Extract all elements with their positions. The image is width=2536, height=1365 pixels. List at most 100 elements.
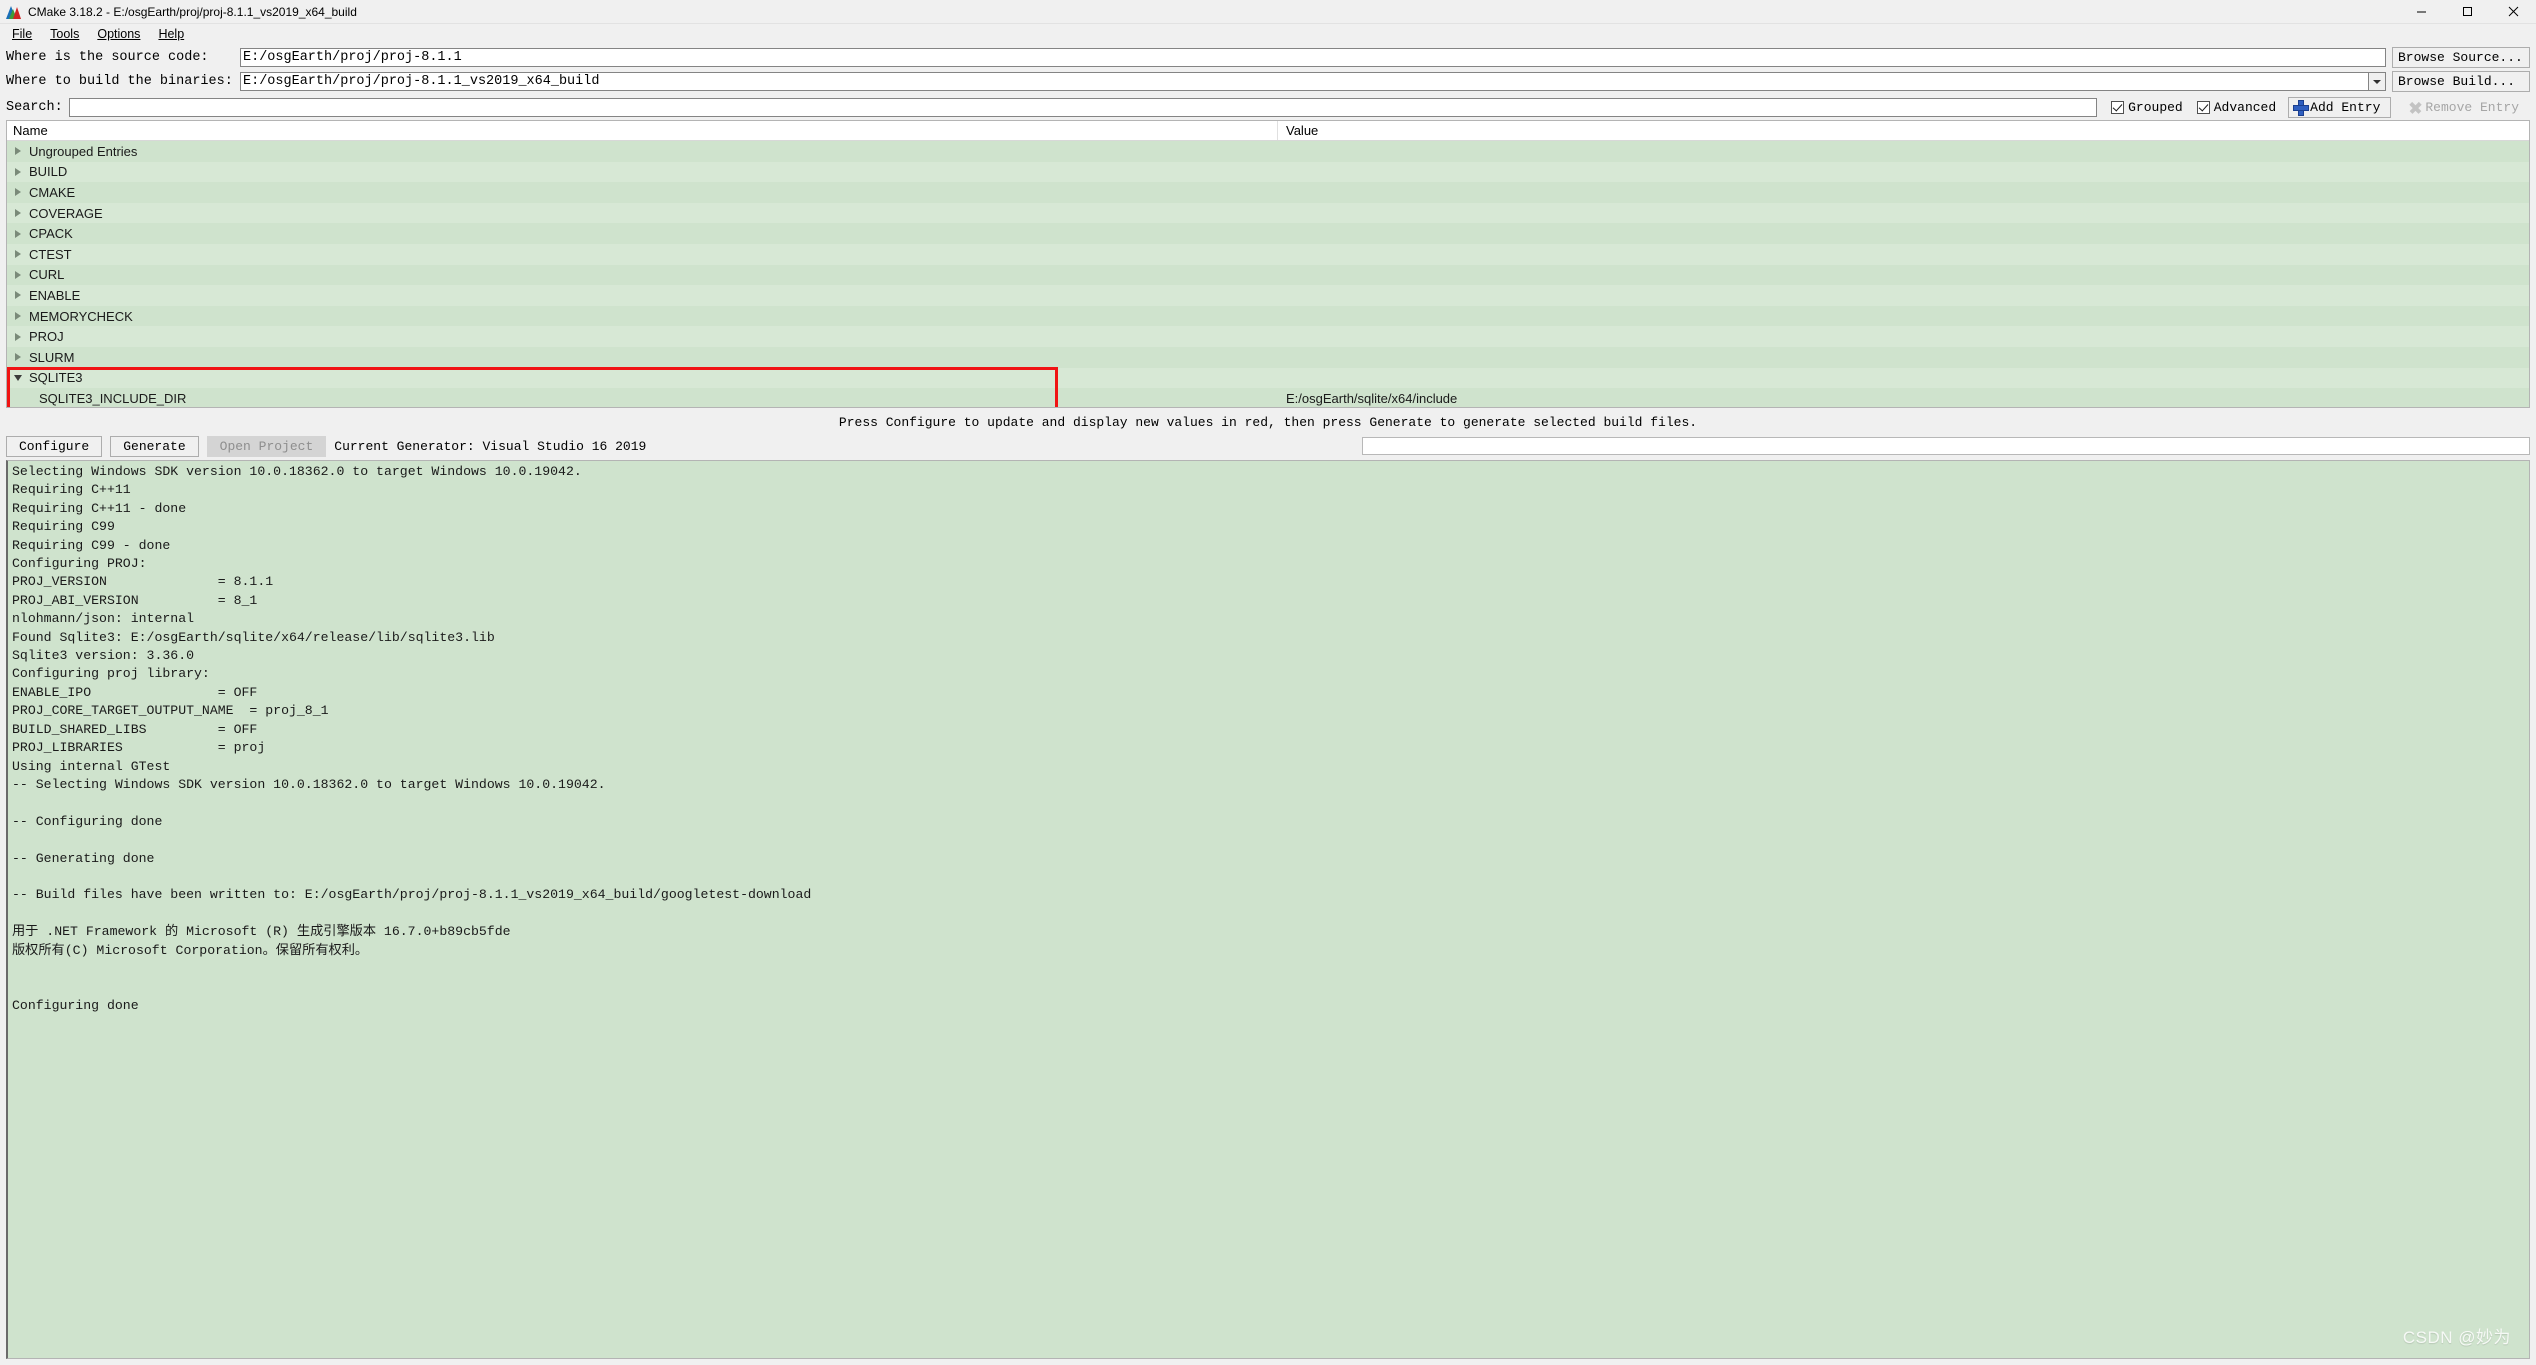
table-row[interactable]: COVERAGE bbox=[7, 202, 2529, 224]
menu-bar: File Tools Options Help bbox=[0, 24, 2536, 43]
configure-label: Configure bbox=[19, 438, 90, 454]
cmake-logo-icon bbox=[6, 5, 22, 19]
grouped-checkbox-box bbox=[2111, 100, 2125, 114]
remove-entry-label: Remove Entry bbox=[2425, 99, 2519, 115]
table-row[interactable]: CURL bbox=[7, 264, 2529, 286]
table-row[interactable]: PROJ bbox=[7, 326, 2529, 347]
cache-entry-name-cell: BUILD bbox=[7, 162, 1278, 183]
browse-source-button[interactable]: Browse Source... bbox=[2392, 47, 2530, 68]
menu-help-label: Help bbox=[158, 26, 185, 41]
chevron-right-icon[interactable] bbox=[7, 306, 29, 327]
source-path-row: Where is the source code: E:/osgEarth/pr… bbox=[6, 47, 2530, 68]
maximize-icon[interactable] bbox=[2444, 0, 2490, 24]
cache-entry-name-cell: ENABLE bbox=[7, 285, 1278, 306]
search-input[interactable] bbox=[68, 97, 2098, 117]
progress-bar bbox=[1362, 437, 2530, 455]
cache-entry-name-cell: PROJ bbox=[7, 326, 1278, 347]
close-icon[interactable] bbox=[2490, 0, 2536, 24]
chevron-right-icon[interactable] bbox=[7, 265, 29, 286]
chevron-right-icon[interactable] bbox=[7, 203, 29, 224]
cache-group-label: ENABLE bbox=[29, 287, 81, 303]
advanced-checkbox-box bbox=[2196, 100, 2210, 114]
menu-options[interactable]: Options bbox=[88, 26, 149, 42]
current-generator-label: Current Generator: Visual Studio 16 2019 bbox=[334, 438, 647, 454]
table-row[interactable]: SQLITE3_INCLUDE_DIR E:/osgEarth/sqlite/x6… bbox=[7, 388, 2529, 407]
menu-tools[interactable]: Tools bbox=[41, 26, 88, 42]
menu-options-label: Options bbox=[97, 26, 141, 41]
source-path-input[interactable]: E:/osgEarth/proj/proj-8.1.1 bbox=[240, 48, 2386, 67]
browse-source-label: Browse Source... bbox=[2398, 50, 2523, 65]
window-controls bbox=[2398, 0, 2536, 24]
plus-icon bbox=[2293, 100, 2310, 116]
add-entry-label: Add Entry bbox=[2310, 99, 2381, 115]
cache-entry-name-cell: MEMORYCHECK bbox=[7, 306, 1278, 327]
menu-file-label: File bbox=[12, 26, 33, 41]
table-row[interactable]: Ungrouped Entries bbox=[7, 141, 2529, 162]
menu-help[interactable]: Help bbox=[149, 26, 193, 42]
column-header-value[interactable]: Value bbox=[1278, 121, 2529, 140]
cache-entry-name-cell: SQLITE3_INCLUDE_DIR bbox=[7, 388, 1278, 407]
path-section: Where is the source code: E:/osgEarth/pr… bbox=[0, 43, 2536, 95]
chevron-right-icon[interactable] bbox=[7, 285, 29, 306]
cache-row-list: Ungrouped Entries BUILD CMAKE COVERAGE CPACK… bbox=[7, 141, 2529, 407]
table-row[interactable]: MEMORYCHECK bbox=[7, 305, 2529, 327]
browse-build-button[interactable]: Browse Build... bbox=[2392, 71, 2530, 92]
chevron-right-icon[interactable] bbox=[7, 162, 29, 183]
advanced-checkbox-label: Advanced bbox=[2213, 99, 2277, 115]
chevron-down-icon[interactable] bbox=[7, 368, 29, 389]
cache-entry-name-cell: CPACK bbox=[7, 223, 1278, 244]
log-output-panel[interactable]: Selecting Windows SDK version 10.0.18362… bbox=[6, 460, 2530, 1359]
add-entry-button[interactable]: Add Entry bbox=[2288, 96, 2392, 118]
action-row: Configure Generate Open Project Current … bbox=[0, 435, 2536, 460]
cache-group-label: SLURM bbox=[29, 349, 75, 365]
chevron-right-icon[interactable] bbox=[7, 182, 29, 203]
cache-entry-name-cell: SQLITE3 bbox=[7, 368, 1278, 389]
chevron-right-icon[interactable] bbox=[7, 326, 29, 347]
column-header-name[interactable]: Name bbox=[7, 121, 1278, 140]
cache-entry-name-cell: Ungrouped Entries bbox=[7, 141, 1278, 162]
cache-group-label: BUILD bbox=[29, 164, 68, 180]
cache-entry-label: SQLITE3_INCLUDE_DIR bbox=[39, 390, 187, 406]
grouped-checkbox-label: Grouped bbox=[2128, 99, 2183, 115]
cmake-gui-window: CMake 3.18.2 - E:/osgEarth/proj/proj-8.1… bbox=[0, 0, 2536, 1365]
browse-build-label: Browse Build... bbox=[2398, 74, 2516, 89]
log-output-text: Selecting Windows SDK version 10.0.18362… bbox=[12, 464, 812, 1013]
cache-table-header: Name Value bbox=[7, 121, 2529, 141]
chevron-right-icon[interactable] bbox=[7, 141, 29, 162]
table-row[interactable]: CTEST bbox=[7, 243, 2529, 265]
hint-text: Press Configure to update and display ne… bbox=[838, 415, 1698, 430]
advanced-checkbox[interactable]: Advanced bbox=[2196, 99, 2277, 115]
title-bar: CMake 3.18.2 - E:/osgEarth/proj/proj-8.1… bbox=[0, 0, 2536, 24]
cache-entry-name-cell: SLURM bbox=[7, 347, 1278, 368]
cache-entry-name-cell: CURL bbox=[7, 265, 1278, 286]
cache-group-label: MEMORYCHECK bbox=[29, 308, 133, 324]
configure-button[interactable]: Configure bbox=[6, 435, 103, 457]
chevron-right-icon[interactable] bbox=[7, 347, 29, 368]
cache-group-label: CURL bbox=[29, 267, 65, 283]
menu-tools-label: Tools bbox=[50, 26, 80, 41]
cache-group-label: SQLITE3 bbox=[29, 370, 83, 386]
build-path-input[interactable]: E:/osgEarth/proj/proj-8.1.1_vs2019_x64_b… bbox=[240, 72, 2369, 91]
grouped-checkbox[interactable]: Grouped bbox=[2111, 100, 2183, 115]
chevron-right-icon[interactable] bbox=[7, 223, 29, 244]
chevron-right-icon[interactable] bbox=[7, 244, 29, 265]
open-project-label: Open Project bbox=[219, 438, 314, 454]
generate-button[interactable]: Generate bbox=[110, 435, 199, 457]
open-project-button: Open Project bbox=[206, 435, 327, 457]
cache-entry-value-cell[interactable]: E:/osgEarth/sqlite/x64/include bbox=[1278, 391, 2529, 406]
build-path-dropdown-icon[interactable] bbox=[2369, 72, 2386, 91]
build-path-row: Where to build the binaries: E:/osgEarth… bbox=[6, 71, 2530, 92]
table-row[interactable]: CPACK bbox=[7, 223, 2529, 244]
cache-entry-name-cell: CMAKE bbox=[7, 182, 1278, 203]
cache-group-label: CPACK bbox=[29, 226, 73, 242]
csdn-watermark: CSDN @妙为 bbox=[2402, 1328, 2511, 1347]
minimize-icon[interactable] bbox=[2398, 0, 2444, 24]
cache-group-label: COVERAGE bbox=[29, 205, 103, 221]
table-row[interactable]: BUILD bbox=[7, 161, 2529, 183]
table-row[interactable]: ENABLE bbox=[7, 285, 2529, 306]
table-row[interactable]: SLURM bbox=[7, 346, 2529, 368]
menu-file[interactable]: File bbox=[3, 26, 41, 42]
table-row[interactable]: SQLITE3 bbox=[7, 367, 2529, 389]
cache-group-label: CTEST bbox=[29, 246, 72, 262]
table-row[interactable]: CMAKE bbox=[7, 182, 2529, 203]
